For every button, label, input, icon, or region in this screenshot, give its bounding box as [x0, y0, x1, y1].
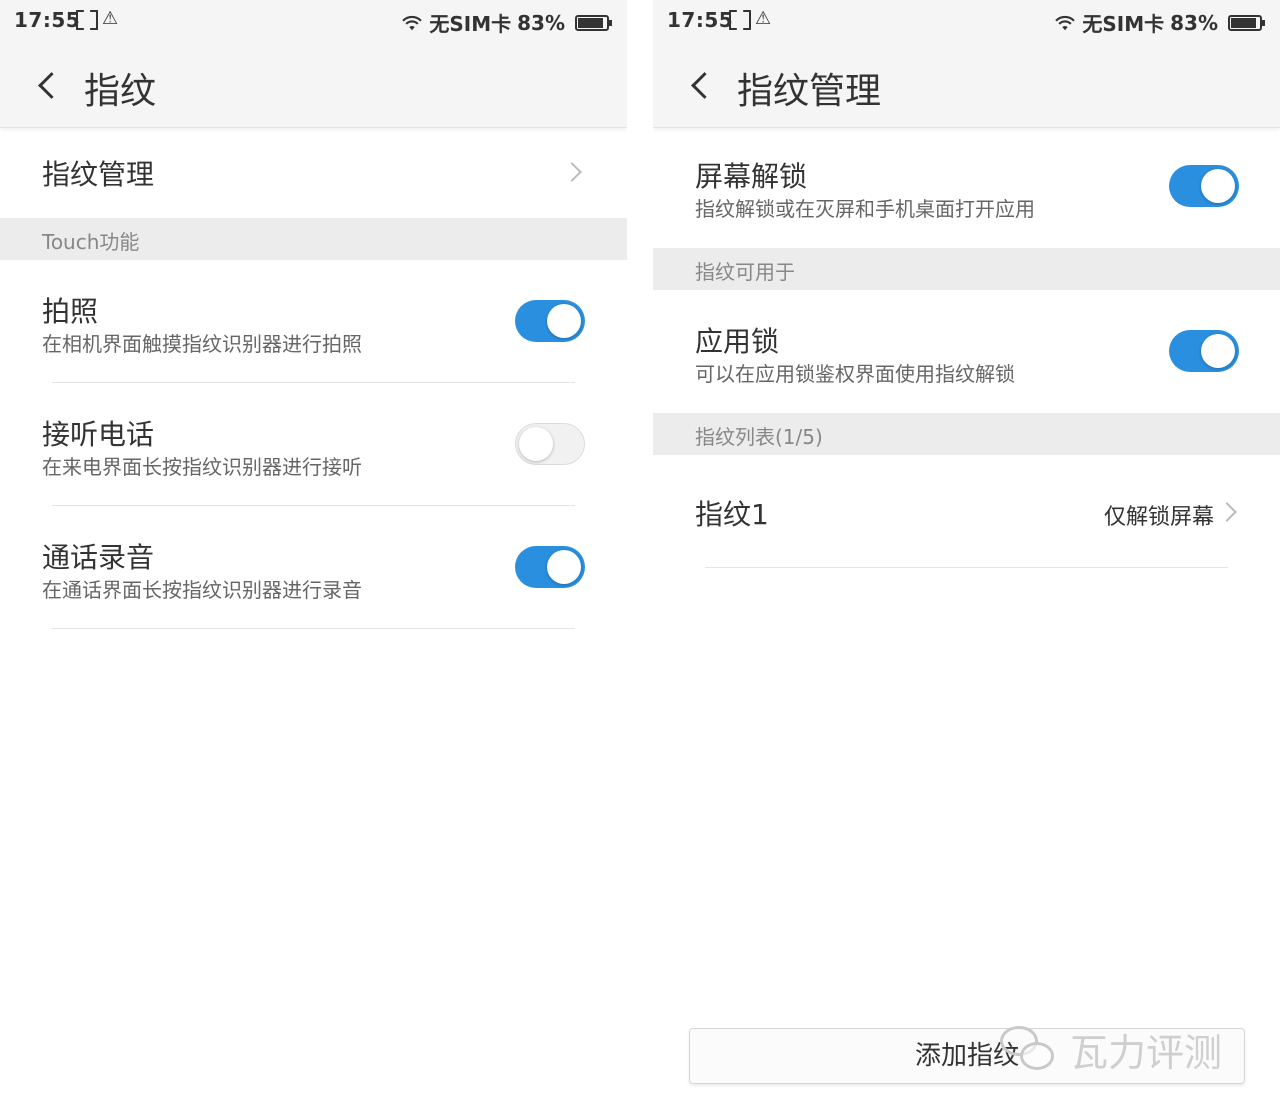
section-usable-header: 指纹可用于 [653, 248, 1280, 290]
warning-icon: ⚠ [102, 8, 119, 29]
item-title: 应用锁 [695, 325, 780, 358]
warning-icon: ⚠ [755, 8, 772, 29]
section-touch-header: Touch功能 [0, 218, 627, 260]
fingerprint-manage-item[interactable]: 指纹管理 [0, 129, 627, 217]
chevron-right-icon [1217, 502, 1237, 522]
add-fingerprint-button[interactable]: 添加指纹 [689, 1028, 1245, 1084]
back-arrow-icon[interactable] [687, 68, 713, 102]
status-time: 17:55 [14, 8, 81, 32]
fingerprint-screen: 17:55 ⚠ 无SIM卡 83% 指纹 指纹管理 Touch功能 拍照 在相机… [0, 0, 627, 1114]
screen-unlock-toggle[interactable] [1169, 165, 1239, 207]
battery-icon [1228, 14, 1265, 31]
page-title: 指纹管理 [737, 71, 882, 112]
fingerprint-name: 指纹1 [695, 498, 769, 531]
status-bar: 17:55 ⚠ 无SIM卡 83% [0, 0, 627, 44]
status-bar: 17:55 ⚠ 无SIM卡 83% [653, 0, 1280, 44]
photo-toggle[interactable] [515, 300, 585, 342]
answer-call-toggle[interactable] [515, 423, 585, 465]
title-bar: 指纹 [0, 44, 627, 128]
section-usable-label: 指纹可用于 [695, 260, 795, 284]
carrier-label: 无SIM卡 [1082, 12, 1165, 36]
screenshot-icon [76, 10, 94, 26]
fingerprint-value: 仅解锁屏幕 [1103, 505, 1214, 530]
item-title: 屏幕解锁 [695, 160, 808, 193]
item-subtitle: 在来电界面长按指纹识别器进行接听 [42, 455, 362, 479]
item-title: 通话录音 [42, 541, 155, 574]
title-bar: 指纹管理 [653, 44, 1280, 128]
list-item-app-lock[interactable]: 应用锁 可以在应用锁鉴权界面使用指纹解锁 [653, 290, 1280, 413]
fingerprint-manage-label: 指纹管理 [42, 158, 155, 191]
fingerprint-item[interactable]: 指纹1 仅解锁屏幕 [653, 455, 1280, 568]
carrier-label: 无SIM卡 [429, 12, 512, 36]
wifi-icon [402, 15, 423, 30]
section-list-header: 指纹列表(1/5) [653, 413, 1280, 455]
item-subtitle: 指纹解锁或在灭屏和手机桌面打开应用 [695, 197, 1035, 221]
battery-icon [575, 14, 612, 31]
back-arrow-icon[interactable] [34, 68, 60, 102]
chevron-right-icon [562, 162, 582, 182]
item-subtitle: 可以在应用锁鉴权界面使用指纹解锁 [695, 362, 1015, 386]
fingerprint-manage-screen: 17:55 ⚠ 无SIM卡 83% 指纹管理 屏幕解锁 指纹解锁或在灭屏和手机桌… [653, 0, 1280, 1114]
app-lock-toggle[interactable] [1169, 330, 1239, 372]
screen-gap [627, 0, 653, 1114]
wifi-icon [1055, 15, 1076, 30]
item-title: 拍照 [42, 295, 99, 328]
screenshot-icon [729, 10, 747, 26]
battery-percent: 83% [1170, 10, 1218, 35]
item-title: 接听电话 [42, 418, 155, 451]
list-item-call-record[interactable]: 通话录音 在通话界面长按指纹识别器进行录音 [0, 506, 627, 629]
list-item-answer-call[interactable]: 接听电话 在来电界面长按指纹识别器进行接听 [0, 383, 627, 506]
item-subtitle: 在相机界面触摸指纹识别器进行拍照 [42, 332, 362, 356]
status-time: 17:55 [667, 8, 734, 32]
item-subtitle: 在通话界面长按指纹识别器进行录音 [42, 578, 362, 602]
list-item-photo[interactable]: 拍照 在相机界面触摸指纹识别器进行拍照 [0, 260, 627, 383]
battery-percent: 83% [517, 10, 565, 35]
divider [52, 628, 575, 629]
section-list-label: 指纹列表(1/5) [695, 425, 823, 449]
divider [705, 567, 1228, 568]
call-record-toggle[interactable] [515, 546, 585, 588]
page-title: 指纹 [84, 71, 157, 112]
section-touch-label: Touch功能 [42, 230, 140, 254]
list-item-screen-unlock[interactable]: 屏幕解锁 指纹解锁或在灭屏和手机桌面打开应用 [653, 129, 1280, 247]
